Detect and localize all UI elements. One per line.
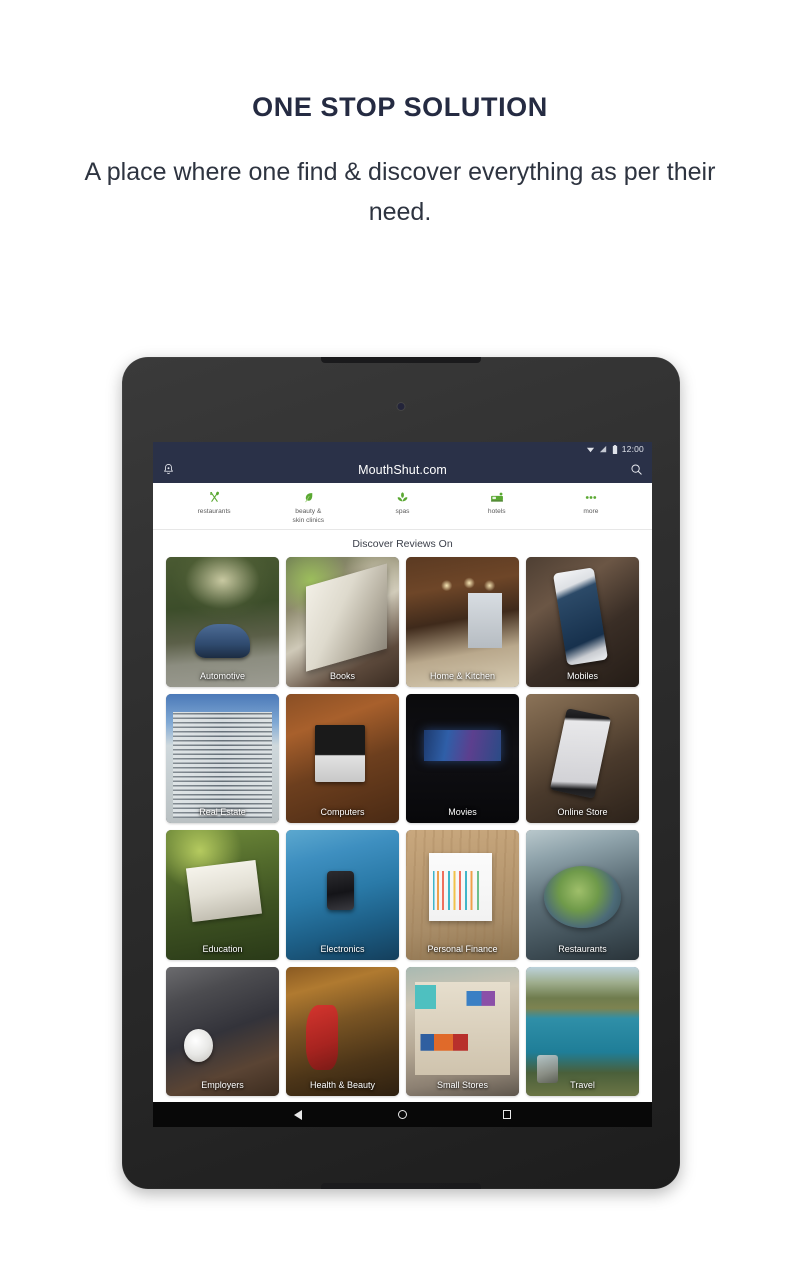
fork-and-spoon-icon <box>208 490 221 505</box>
tile-label: Health & Beauty <box>309 1080 376 1090</box>
tile-home-kitchen[interactable]: Home & Kitchen <box>406 557 519 687</box>
signal-bars-icon <box>599 445 606 452</box>
tile-image <box>526 830 639 960</box>
tile-label: Small Stores <box>436 1080 489 1090</box>
page-title: ONE STOP SOLUTION <box>252 92 548 122</box>
tile-image <box>166 557 279 687</box>
tile-label: Books <box>329 670 355 681</box>
bell-icon <box>164 464 173 474</box>
category-label: restaurants <box>197 508 231 515</box>
tile-image <box>526 693 639 823</box>
leaf-brush-icon <box>302 490 315 505</box>
tile-education[interactable]: Education <box>166 830 279 960</box>
tile-image <box>286 966 399 1096</box>
tile-image <box>406 966 519 1096</box>
speaker-slot-bottom <box>321 1183 481 1189</box>
app-bar: MouthShut.com <box>153 456 652 483</box>
app-title: MouthShut.com <box>358 462 447 477</box>
tile-image <box>286 693 399 823</box>
tile-label: Personal Finance <box>427 943 498 954</box>
tile-image <box>406 830 519 960</box>
tile-label: Travel <box>570 1080 595 1090</box>
home-button[interactable] <box>397 1110 407 1119</box>
bed-icon <box>490 490 504 505</box>
tablet-device-mockup: 12:00 MouthShut.com restaurants beauty &… <box>122 357 680 1189</box>
tile-books[interactable]: Books <box>286 557 399 687</box>
tile-label: Computers <box>320 807 365 817</box>
recents-square-icon <box>502 1110 512 1119</box>
android-nav-bar <box>153 1102 652 1127</box>
tile-real-estate[interactable]: Real Estate <box>166 693 279 823</box>
tile-image <box>166 966 279 1096</box>
more-dots-icon <box>584 490 598 505</box>
category-label: spas <box>395 508 410 515</box>
tile-label: Home & Kitchen <box>429 670 496 681</box>
tile-image <box>286 557 399 687</box>
tile-personal-finance[interactable]: Personal Finance <box>406 830 519 960</box>
tile-health-beauty[interactable]: Health & Beauty <box>286 966 399 1096</box>
tile-employers[interactable]: Employers <box>166 966 279 1096</box>
tile-image <box>406 557 519 687</box>
tile-label: Restaurants <box>558 943 607 954</box>
tile-small-stores[interactable]: Small Stores <box>406 966 519 1096</box>
tile-automotive[interactable]: Automotive <box>166 557 279 687</box>
category-nav-strip: restaurants beauty & skin clinics spas h… <box>153 483 652 530</box>
device-screen: 12:00 MouthShut.com restaurants beauty &… <box>153 442 652 1102</box>
battery-icon <box>612 444 617 454</box>
tile-image <box>526 557 639 687</box>
tile-label: Movies <box>448 807 477 817</box>
wifi-icon <box>586 447 594 452</box>
category-label: hotels <box>487 508 506 515</box>
search-icon <box>631 464 642 475</box>
promo-subtitle: A place where one find & discover everyt… <box>84 158 716 226</box>
category-restaurants[interactable]: restaurants <box>167 490 261 517</box>
tile-image <box>526 966 639 1096</box>
android-status-bar: 12:00 <box>153 442 652 456</box>
category-more[interactable]: more <box>544 490 638 517</box>
status-clock: 12:00 <box>621 444 644 454</box>
lotus-icon <box>396 490 409 505</box>
tile-label: Real Estate <box>199 807 246 817</box>
search-button[interactable] <box>630 463 643 476</box>
tile-label: Online Store <box>557 807 608 817</box>
tile-image <box>166 830 279 960</box>
tile-restaurants[interactable]: Restaurants <box>526 830 639 960</box>
tile-electronics[interactable]: Electronics <box>286 830 399 960</box>
tile-mobiles[interactable]: Mobiles <box>526 557 639 687</box>
tile-label: Electronics <box>320 943 365 954</box>
tile-computers[interactable]: Computers <box>286 693 399 823</box>
category-hotels[interactable]: hotels <box>450 490 544 517</box>
tile-online-store[interactable]: Online Store <box>526 693 639 823</box>
tile-movies[interactable]: Movies <box>406 693 519 823</box>
category-label: more <box>583 508 599 515</box>
tile-label: Mobiles <box>566 670 598 681</box>
tile-label: Employers <box>201 1080 244 1090</box>
speaker-slot-top <box>321 357 481 363</box>
category-beauty-skin-clinics[interactable]: beauty & skin clinics <box>261 490 355 526</box>
recents-button[interactable] <box>502 1110 512 1119</box>
tile-travel[interactable]: Travel <box>526 966 639 1096</box>
tile-label: Automotive <box>199 670 246 681</box>
home-circle-icon <box>397 1110 407 1119</box>
promo-section: ONE STOP SOLUTION A place where one find… <box>0 0 800 232</box>
section-heading: Discover Reviews On <box>153 530 652 557</box>
tile-label: Education <box>202 943 243 954</box>
notification-button[interactable] <box>162 463 175 476</box>
tile-image <box>406 693 519 823</box>
tile-image <box>166 693 279 823</box>
back-button[interactable] <box>293 1109 302 1120</box>
category-tile-grid: Automotive Books Home & Kitchen Mobiles … <box>153 557 652 1102</box>
tile-image <box>286 830 399 960</box>
category-label: beauty & skin clinics <box>292 508 325 524</box>
category-spas[interactable]: spas <box>355 490 449 517</box>
front-camera-icon <box>397 403 405 410</box>
back-triangle-icon <box>293 1109 302 1120</box>
